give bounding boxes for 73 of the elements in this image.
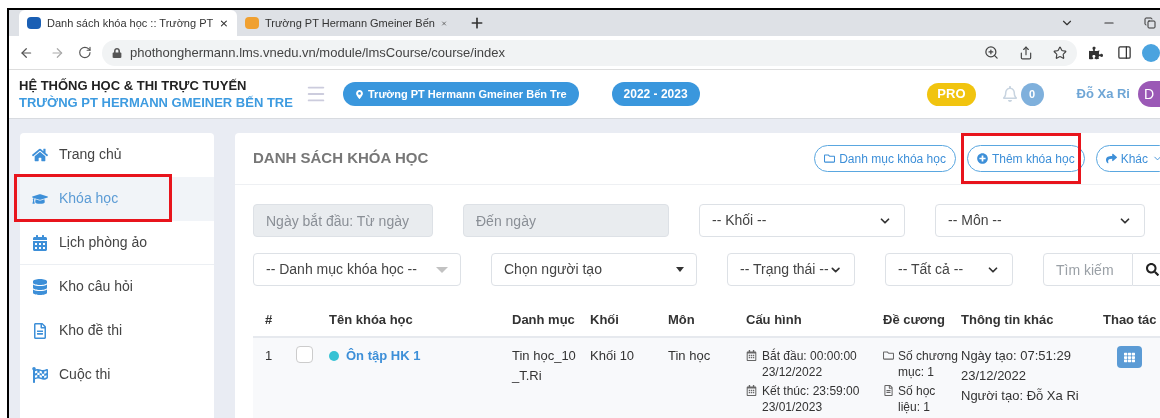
side-panel-icon[interactable] xyxy=(1117,45,1132,60)
folder-icon xyxy=(824,153,836,164)
subject-cell-text: Tin học xyxy=(668,347,712,365)
dropdown[interactable]: -- Trạng thái -- xyxy=(727,253,855,286)
dropdown[interactable]: Chọn người tạo xyxy=(491,253,697,286)
sidebar-item[interactable]: Lịch phòng ảo xyxy=(20,221,214,265)
calendar-icon xyxy=(746,350,757,361)
date-field[interactable]: Ngày bắt đầu: Từ ngày xyxy=(253,204,433,237)
category-cell-text: Tin học_10_T.Ri xyxy=(512,347,577,385)
search-icon xyxy=(1146,263,1159,276)
column-header: # xyxy=(264,310,274,329)
search-field[interactable]: Tìm kiếm xyxy=(1043,253,1133,286)
date-field[interactable]: Đến ngày xyxy=(463,204,669,237)
dropdown[interactable]: -- Tất cả -- xyxy=(885,253,1013,286)
column-header: Khối xyxy=(590,310,620,329)
map-pin-icon xyxy=(355,89,364,99)
new-tab-icon[interactable] xyxy=(469,15,485,31)
action-button[interactable]: Danh mục khóa học xyxy=(814,145,956,172)
start-time: Bắt đầu: 00:00:00 23/12/2022 xyxy=(762,348,858,380)
caret-icon xyxy=(436,266,448,273)
flag-icon xyxy=(32,366,48,383)
calendar-icon xyxy=(32,234,48,251)
dropdown[interactable]: -- Danh mục khóa học -- xyxy=(253,253,461,286)
material-count: Số học liệu: 1 xyxy=(898,383,937,415)
star-icon[interactable] xyxy=(1053,45,1067,60)
lock-icon xyxy=(112,47,122,58)
row-number: 1 xyxy=(264,347,274,365)
created-date: Ngày tạo: 07:51:29 23/12/2022 xyxy=(961,347,1072,385)
profile-avatar[interactable] xyxy=(1142,43,1160,62)
end-time: Kết thúc: 23:59:00 23/01/2023 xyxy=(762,383,861,415)
action-menu-button[interactable] xyxy=(1117,346,1142,368)
grid-icon xyxy=(1124,351,1135,363)
zoom-icon[interactable] xyxy=(984,45,999,60)
column-header: Thông tin khác xyxy=(961,310,1055,329)
action-button[interactable]: Thêm khóa học xyxy=(966,145,1085,172)
column-header: Đề cương xyxy=(883,310,946,329)
chapter-count: Số chương mục: 1 xyxy=(898,348,959,380)
page-favicon-icon xyxy=(27,17,41,29)
caret-icon xyxy=(676,267,684,272)
column-header: Tên khóa học xyxy=(329,310,414,329)
share-arrow-icon xyxy=(1105,153,1117,164)
page-title: DANH SÁCH KHÓA HỌC xyxy=(253,148,429,169)
school-name: Trường PT Hermann Gmeiner Bến Tre xyxy=(368,86,567,102)
folder-icon xyxy=(883,350,894,361)
reload-icon[interactable] xyxy=(78,45,92,60)
sidebar-item[interactable]: Cuộc thi xyxy=(20,353,214,397)
restore-icon[interactable] xyxy=(1144,17,1156,29)
dropdown[interactable]: -- Môn -- xyxy=(935,204,1145,237)
database-icon xyxy=(32,278,48,295)
browser-tab[interactable]: Danh sách khóa học :: Trường PT xyxy=(19,10,237,36)
document-icon xyxy=(883,385,894,396)
home-icon xyxy=(32,146,48,163)
page-favicon-icon xyxy=(245,17,259,29)
column-header: Cấu hình xyxy=(746,310,803,329)
puzzle-icon[interactable] xyxy=(1089,45,1103,60)
creator: Người tạo: Đỗ Xa Ri xyxy=(961,387,1080,405)
school-title: TRƯỜNG PT HERMANN GMEINER BẾN TRE xyxy=(19,94,291,111)
calendar-icon xyxy=(746,385,757,396)
dropdown[interactable]: -- Khối -- xyxy=(699,204,905,237)
action-button[interactable]: Khác xyxy=(1095,145,1160,172)
address-bar[interactable]: phothonghermann.lms.vnedu.vn/module/lmsCourse/course/index xyxy=(102,39,1077,66)
sidebar-item[interactable]: Trang chủ xyxy=(20,133,214,177)
sidebar-item[interactable]: Kho câu hỏi xyxy=(20,265,214,309)
column-header: Môn xyxy=(668,310,696,329)
column-header: Danh mục xyxy=(512,310,576,329)
row-checkbox[interactable] xyxy=(296,346,313,363)
user-avatar[interactable]: D xyxy=(1138,81,1160,107)
grade-cell-text: Khối 10 xyxy=(590,347,636,365)
document-icon xyxy=(32,322,48,339)
sidebar-item[interactable]: Kho đề thi xyxy=(20,309,214,353)
share-icon[interactable] xyxy=(1019,45,1033,60)
system-title: HỆ THỐNG HỌC & THI TRỰC TUYẾN xyxy=(19,77,248,94)
column-header: Thao tác xyxy=(1103,310,1158,329)
